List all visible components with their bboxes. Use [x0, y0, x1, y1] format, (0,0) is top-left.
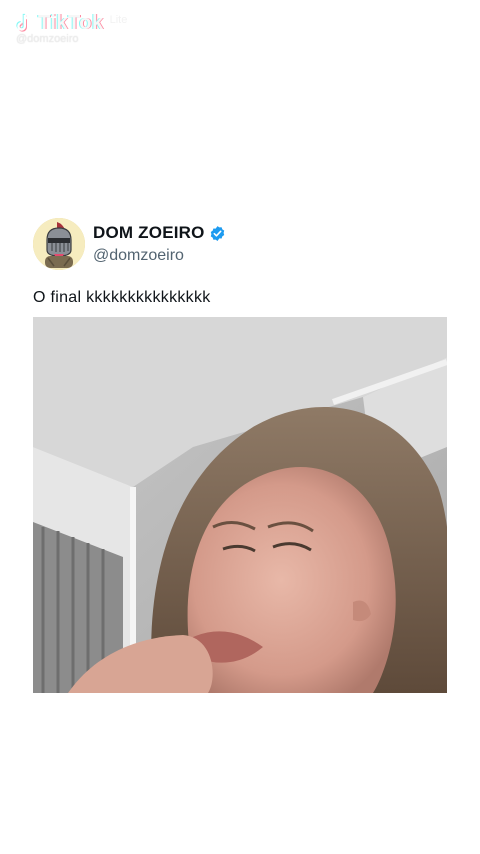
verified-badge-icon — [210, 225, 224, 241]
video-frame-image — [33, 317, 447, 693]
watermark-handle: @domzoeiro — [16, 33, 79, 45]
post-video[interactable] — [33, 317, 447, 693]
post-header: DOM ZOEIRO @domzoeiro — [33, 218, 226, 270]
author-handle[interactable]: @domzoeiro — [93, 247, 226, 265]
display-name[interactable]: DOM ZOEIRO — [93, 223, 205, 243]
tiktok-watermark: TikTok Lite @domzoeiro — [12, 12, 127, 45]
watermark-logo-row: TikTok Lite — [12, 12, 127, 35]
watermark-app-suffix: Lite — [109, 14, 128, 26]
post-author: DOM ZOEIRO @domzoeiro — [93, 223, 226, 265]
avatar-knight-icon — [33, 218, 85, 270]
watermark-app-name: TikTok — [38, 12, 104, 34]
tiktok-note-icon — [16, 13, 30, 32]
avatar[interactable] — [33, 218, 85, 270]
display-name-row: DOM ZOEIRO — [93, 223, 226, 243]
post-text: O final kkkkkkkkkkkkkkk — [33, 289, 211, 306]
